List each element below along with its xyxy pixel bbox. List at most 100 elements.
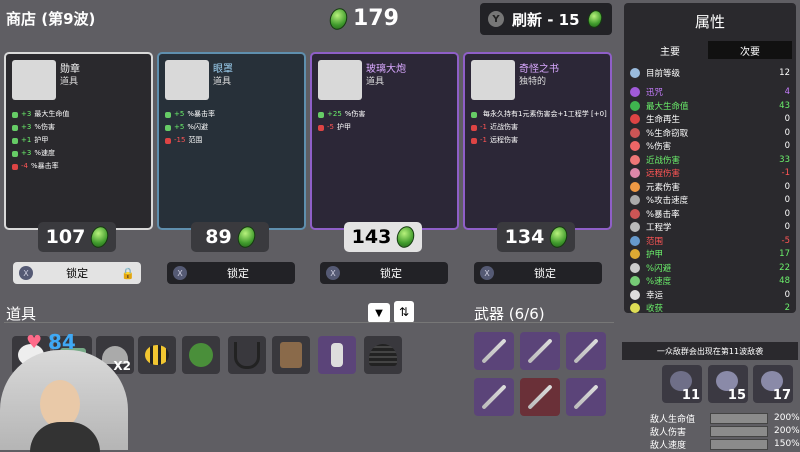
enemy-preview[interactable]: 17 [753, 365, 793, 403]
stat-line: -15 范围 [165, 134, 215, 147]
weapon-slot[interactable] [474, 378, 514, 416]
stat-icon [12, 111, 18, 118]
tab-primary[interactable]: 主要 [628, 41, 712, 59]
lock-button[interactable]: X 锁定 [474, 262, 602, 284]
stat-value: +5 [174, 123, 185, 131]
enemy-stat-bar [710, 412, 768, 424]
item-icon [12, 60, 56, 100]
attribute-row[interactable]: 收获 2 [630, 302, 790, 316]
attribute-value: 2 [784, 303, 790, 314]
attribute-icon [630, 195, 640, 206]
enemy-stat-row: 敌人速度 150% [650, 438, 800, 451]
attribute-value: 0 [784, 208, 790, 219]
enemy-count: 17 [772, 388, 791, 403]
attribute-row[interactable]: 目前等级 12 [630, 66, 790, 80]
attribute-row[interactable]: %生命窃取 0 [630, 126, 790, 140]
attributes-panel: 属性 主要 次要 目前等级 12 迅咒 4 最大生命值 43 生命再生 0 %生命窃取 0 %伤害 0… [624, 3, 796, 316]
item-slot-tree[interactable] [182, 336, 220, 374]
attribute-icon [630, 154, 640, 165]
shop-card[interactable]: 眼罩 道具 +5 %暴击率 +5 %闪避 -15 范围 [157, 52, 306, 230]
item-icon [318, 60, 362, 100]
attribute-row[interactable]: %攻击速度 0 [630, 194, 790, 208]
lock-label: 锁定 [227, 267, 249, 280]
attribute-label: 护甲 [646, 250, 664, 261]
buy-price-button[interactable]: 89 [191, 222, 269, 252]
attribute-row[interactable]: %速度 48 [630, 275, 790, 289]
attribute-row[interactable]: 护甲 17 [630, 248, 790, 262]
attribute-row[interactable]: 工程学 0 [630, 221, 790, 235]
shop-card[interactable]: 玻璃大炮 道具 +25 %伤害 -5 护甲 [310, 52, 459, 230]
attribute-row[interactable]: 范围 -5 [630, 234, 790, 248]
price-value: 89 [205, 226, 232, 248]
attribute-label: 元素伤害 [646, 182, 681, 193]
attribute-icon [630, 208, 640, 219]
stat-label: %伤害 [34, 123, 55, 131]
stat-value: +3 [21, 123, 32, 131]
hp-overlay-number: 84 [48, 330, 76, 354]
lock-button[interactable]: X 锁定 [320, 262, 448, 284]
attribute-row[interactable]: 迅咒 4 [630, 86, 790, 100]
enemy-preview[interactable]: 15 [708, 365, 748, 403]
lock-button[interactable]: X 锁定 [167, 262, 295, 284]
item-slot-bottle[interactable] [318, 336, 356, 374]
gold-amount: 179 [353, 6, 399, 31]
stat-icon [165, 111, 171, 118]
spear-icon [481, 338, 507, 364]
attribute-row[interactable]: 近战伤害 33 [630, 153, 790, 167]
attribute-row[interactable]: 最大生命值 43 [630, 99, 790, 113]
buy-price-button[interactable]: 134 [497, 222, 575, 252]
stat-icon [471, 111, 477, 118]
spear-icon [573, 338, 599, 364]
item-slot-bee[interactable] [138, 336, 176, 374]
buy-price-button[interactable]: 143 [344, 222, 422, 252]
shop-card[interactable]: 勋章 道具 +3 最大生命值 +3 %伤害 +1 护甲 +3 %速度 -4 %暴击率 [4, 52, 153, 230]
weapon-slot[interactable] [474, 332, 514, 370]
weapon-slot[interactable] [520, 378, 560, 416]
shop-card[interactable]: 奇怪之书 独特的 每永久持有1元素伤害会+1工程学 [+0] -1 近战伤害 -1 远程… [463, 52, 612, 230]
attribute-row[interactable]: %闪避 22 [630, 261, 790, 275]
weapon-slot[interactable] [520, 332, 560, 370]
item-slot-hook[interactable] [228, 336, 266, 374]
stat-value: +3 [21, 110, 32, 118]
attribute-icon [630, 141, 640, 152]
enemy-preview[interactable]: 11 [662, 365, 702, 403]
bottle-icon [331, 343, 343, 367]
enemy-stat-label: 敌人生命值 [650, 414, 696, 425]
x-key-icon: X [19, 266, 33, 280]
attribute-label: 工程学 [646, 223, 672, 234]
stat-line: +25 %伤害 [318, 108, 365, 121]
stat-label: 近战伤害 [489, 123, 518, 131]
attribute-row[interactable]: 远程伤害 -1 [630, 167, 790, 181]
item-slot-armor[interactable] [272, 336, 310, 374]
attribute-row[interactable]: 元素伤害 0 [630, 180, 790, 194]
sort-icon[interactable]: ⇅ [394, 301, 414, 323]
material-icon [234, 223, 258, 251]
price-value: 107 [45, 226, 86, 248]
streamer-body [30, 422, 100, 452]
buy-price-button[interactable]: 107 [38, 222, 116, 252]
attribute-label: %暴击率 [646, 209, 680, 220]
beanie-icon [369, 344, 397, 366]
attribute-label: 远程伤害 [646, 169, 681, 180]
attribute-row[interactable]: 生命再生 0 [630, 113, 790, 127]
reroll-button[interactable]: Y 刷新 - 15 [480, 3, 612, 35]
attribute-row[interactable]: %暴击率 0 [630, 207, 790, 221]
attribute-label: 收获 [646, 304, 664, 315]
stat-label: %暴击率 [187, 110, 215, 118]
weapon-slot[interactable] [566, 378, 606, 416]
lock-button[interactable]: X 锁定 🔒 [13, 262, 141, 284]
stat-icon [471, 124, 477, 131]
stat-value: +5 [174, 110, 185, 118]
tab-secondary[interactable]: 次要 [708, 41, 792, 59]
attribute-row[interactable]: %伤害 0 [630, 140, 790, 154]
attribute-value: 22 [779, 262, 790, 273]
attributes-title: 属性 [694, 13, 725, 31]
heart-icon: ♥ [26, 332, 43, 353]
attribute-value: 0 [784, 141, 790, 152]
item-slot-beanie[interactable] [364, 336, 402, 374]
collapse-arrow-icon[interactable]: ▼ [368, 303, 390, 323]
stat-value: -1 [480, 136, 487, 144]
attribute-row[interactable]: 幸运 0 [630, 288, 790, 302]
weapon-slot[interactable] [566, 332, 606, 370]
attribute-value: 33 [779, 154, 790, 165]
